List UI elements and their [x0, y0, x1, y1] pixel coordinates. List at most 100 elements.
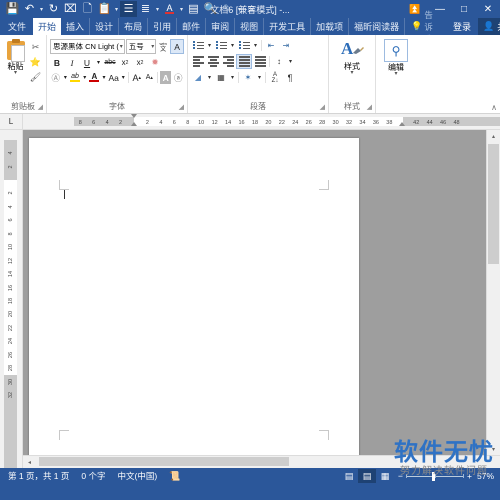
undo-caret-icon[interactable]: ▾ [38, 1, 45, 17]
tab-stop-selector[interactable]: L [0, 114, 23, 129]
font-color-caret-icon[interactable]: ▾ [178, 1, 185, 17]
align-left-icon[interactable] [191, 55, 205, 68]
numbering-caret-icon[interactable]: ▾ [229, 39, 236, 52]
enclose-character-icon[interactable]: A [170, 39, 185, 54]
tab-view[interactable]: 视图 [235, 18, 265, 35]
zoom-in-button[interactable]: + [467, 471, 472, 481]
tab-file[interactable]: 文件 [0, 18, 33, 35]
highlight-caret-icon[interactable]: ▾ [82, 71, 88, 84]
zoom-slider-track[interactable] [406, 471, 465, 481]
circle-character-icon[interactable]: ⓐ [172, 71, 184, 84]
strikethrough-button[interactable]: abc [103, 56, 117, 69]
proofing-status-icon[interactable]: 📜 [163, 471, 186, 482]
tab-mailings[interactable]: 邮件 [177, 18, 207, 35]
paste-caret-icon[interactable]: ▾ [14, 70, 17, 76]
tab-references[interactable]: 引用 [148, 18, 178, 35]
editing-button[interactable]: ⚲ 编辑 ▾ [381, 38, 411, 77]
save-icon[interactable]: 💾 [4, 1, 21, 17]
columns-icon[interactable]: ▤ [185, 1, 202, 17]
char-border-caret-icon[interactable]: ▾ [63, 71, 69, 84]
styles-caret-icon[interactable]: ▾ [350, 70, 353, 76]
grow-font-icon[interactable]: A ▴ [131, 71, 143, 84]
superscript-button[interactable]: x2 [133, 56, 147, 69]
paste-icon[interactable]: 📋 [96, 1, 113, 17]
vertical-scrollbar[interactable]: ▴ ▾ [486, 130, 500, 468]
document-page[interactable] [29, 138, 359, 468]
distribute-icon[interactable] [253, 55, 267, 68]
print-preview-icon[interactable]: ⌧ [62, 1, 79, 17]
horizontal-scrollbar[interactable]: ◂ [23, 455, 500, 468]
read-mode-icon[interactable]: ☰ [120, 1, 137, 17]
redo-icon[interactable]: ↻ [45, 1, 62, 17]
font-color-icon[interactable]: A [161, 1, 178, 17]
tab-home[interactable]: 开始 [33, 18, 62, 35]
zoom-control[interactable]: − + 57% [394, 471, 498, 481]
copy-icon[interactable]: ⭐ [28, 55, 43, 69]
tab-addins[interactable]: 加载项 [311, 18, 350, 35]
paragraph-dialog-launcher[interactable]: ◢ [320, 102, 325, 114]
show-formatting-marks-icon[interactable]: ¶ [283, 71, 297, 84]
clipboard-dialog-launcher[interactable]: ◢ [38, 102, 43, 114]
character-shading-icon[interactable]: A [159, 71, 172, 84]
language-indicator[interactable]: 中文(中国) [112, 470, 164, 482]
change-case-icon[interactable]: Aa [108, 71, 120, 84]
scroll-left-arrow-icon[interactable]: ◂ [23, 456, 36, 468]
page-indicator[interactable]: 第 1 页，共 1 页 [2, 470, 75, 482]
font-size-caret-icon[interactable]: ▾ [150, 43, 154, 50]
decrease-indent-icon[interactable]: ⇤ [264, 39, 278, 52]
scroll-up-arrow-icon[interactable]: ▴ [487, 130, 500, 142]
format-painter-icon[interactable]: 🖌 [28, 70, 43, 84]
zoom-percentage[interactable]: 57% [475, 471, 494, 481]
underline-button[interactable]: U [80, 56, 94, 69]
tab-foxit-reader[interactable]: 福昕阅读器 [349, 18, 406, 35]
print-layout-view-button[interactable]: ▤ [358, 469, 377, 483]
right-indent-marker[interactable] [399, 122, 406, 126]
line-spacing-icon[interactable]: ↕ [272, 55, 286, 68]
collapse-ribbon-icon[interactable]: ∧ [491, 103, 497, 112]
paste-button[interactable]: 粘贴 ▾ [3, 38, 28, 76]
maximize-button[interactable]: □ [452, 0, 476, 18]
numbering-icon[interactable] [214, 39, 228, 52]
tab-design[interactable]: 设计 [90, 18, 120, 35]
text-highlight-color-icon[interactable]: ab [69, 71, 81, 84]
shading-icon[interactable]: ◢ [191, 71, 205, 84]
character-border-icon[interactable]: Ⓐ [50, 71, 62, 84]
vertical-ruler[interactable]: 4 2 2 4 6 8 10 12 14 16 18 20 22 24 26 28 30 32 [0, 130, 23, 468]
zoom-slider-thumb[interactable] [432, 471, 436, 481]
horizontal-ruler[interactable]: 8 6 4 2 2 4 6 8 10 12 14 16 18 20 22 24 26 28 30 32 34 36 38 42… [23, 114, 500, 129]
font-color-icon[interactable]: A [89, 71, 101, 84]
align-right-icon[interactable] [221, 55, 235, 68]
undo-icon[interactable]: ↶ [21, 1, 38, 17]
multilevel-list-icon[interactable] [237, 39, 251, 52]
line-spacing-caret-icon[interactable]: ▾ [287, 55, 294, 68]
tab-review[interactable]: 审阅 [206, 18, 236, 35]
read-mode-view-button[interactable]: ▤ [340, 469, 358, 483]
font-name-caret-icon[interactable]: ▾ [119, 43, 123, 50]
cn-layout-caret-icon[interactable]: ▾ [256, 71, 263, 84]
increase-indent-icon[interactable]: ⇥ [279, 39, 293, 52]
borders-caret-icon[interactable]: ▾ [229, 71, 236, 84]
borders-icon[interactable]: ▦ [214, 71, 228, 84]
paragraph-caret-icon[interactable]: ▾ [154, 1, 161, 17]
shading-caret-icon[interactable]: ▾ [206, 71, 213, 84]
document-canvas[interactable]: ▴ ▾ ◂ [23, 130, 500, 468]
subscript-button[interactable]: x2 [118, 56, 132, 69]
clear-formatting-icon[interactable]: ✹ [148, 56, 162, 69]
paste-caret-icon[interactable]: ▾ [113, 1, 120, 17]
bullets-icon[interactable] [191, 39, 205, 52]
zoom-out-button[interactable]: − [398, 471, 403, 481]
font-name-combo[interactable]: 思源黑体 CN Light (中文 ▾ [50, 39, 125, 54]
align-center-icon[interactable] [206, 55, 220, 68]
new-document-icon[interactable]: 🗋 [79, 1, 96, 17]
editing-caret-icon[interactable]: ▾ [394, 71, 397, 77]
paragraph-mark-icon[interactable]: ≣ [137, 1, 154, 17]
horizontal-scroll-thumb[interactable] [39, 457, 289, 466]
italic-button[interactable]: I [65, 56, 79, 69]
word-count[interactable]: 0 个字 [75, 470, 111, 482]
tab-insert[interactable]: 插入 [61, 18, 91, 35]
multilevel-caret-icon[interactable]: ▾ [252, 39, 259, 52]
hanging-indent-marker[interactable] [130, 122, 137, 126]
cn-layout-icon[interactable]: ✶ [241, 71, 255, 84]
first-line-indent-marker[interactable] [130, 114, 137, 118]
font-dialog-launcher[interactable]: ◢ [179, 102, 184, 114]
